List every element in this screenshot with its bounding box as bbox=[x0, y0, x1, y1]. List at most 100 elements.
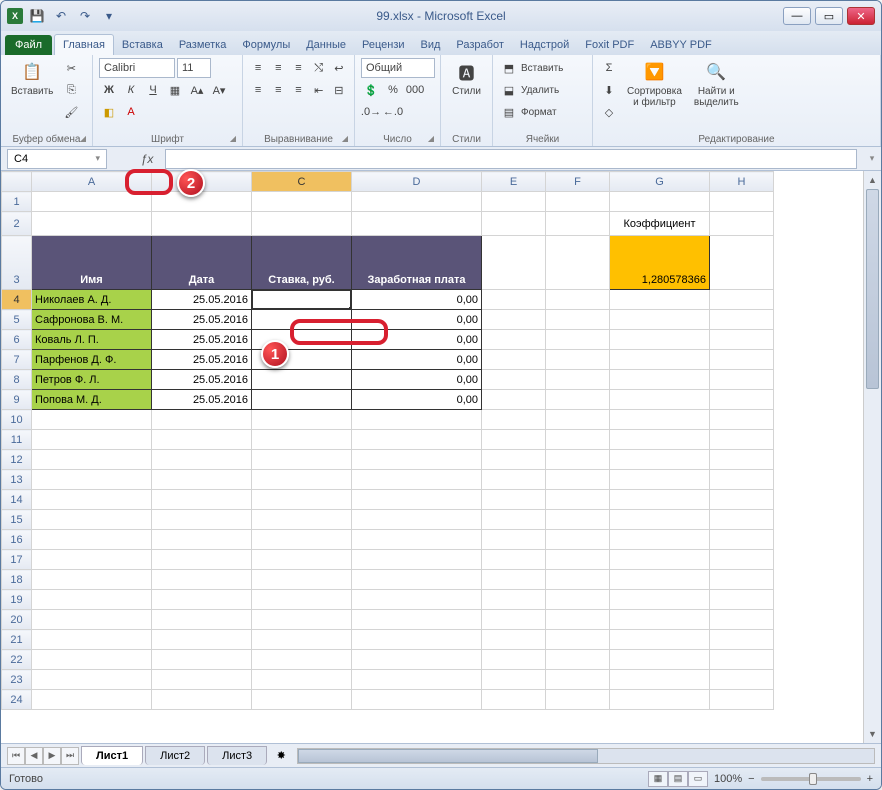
table-header-name[interactable]: Имя bbox=[32, 236, 152, 290]
insert-cells-label[interactable]: Вставить bbox=[521, 63, 563, 74]
name-box[interactable]: C4 ▾ bbox=[7, 149, 107, 169]
align-right-icon[interactable]: ≡ bbox=[289, 80, 307, 100]
qat-save-icon[interactable]: 💾 bbox=[27, 6, 47, 26]
row-header[interactable]: 13 bbox=[2, 470, 32, 490]
row-header[interactable]: 14 bbox=[2, 490, 32, 510]
table-cell[interactable]: Попова М. Д. bbox=[32, 390, 152, 410]
select-all-button[interactable] bbox=[2, 172, 32, 192]
table-cell[interactable]: 0,00 bbox=[352, 310, 482, 330]
close-button[interactable]: ✕ bbox=[847, 7, 875, 25]
copy-icon[interactable]: ⎘ bbox=[61, 80, 81, 100]
tab-review[interactable]: Рецензи bbox=[354, 35, 413, 55]
table-header-date[interactable]: Дата bbox=[152, 236, 252, 290]
horizontal-scrollbar[interactable] bbox=[297, 748, 875, 764]
sheet-nav-prev-icon[interactable]: ◀ bbox=[25, 747, 43, 765]
sheet-tab[interactable]: Лист2 bbox=[145, 746, 205, 765]
row-header[interactable]: 12 bbox=[2, 450, 32, 470]
zoom-level[interactable]: 100% bbox=[714, 773, 742, 785]
maximize-button[interactable]: ▭ bbox=[815, 7, 843, 25]
wrap-text-button[interactable]: ↩ bbox=[330, 58, 348, 78]
autosum-icon[interactable]: Σ bbox=[599, 58, 619, 78]
table-cell[interactable]: 0,00 bbox=[352, 390, 482, 410]
tab-insert[interactable]: Вставка bbox=[114, 35, 171, 55]
col-header-C[interactable]: C bbox=[252, 172, 352, 192]
row-header[interactable]: 20 bbox=[2, 610, 32, 630]
align-top-icon[interactable]: ≡ bbox=[249, 58, 267, 78]
tab-layout[interactable]: Разметка bbox=[171, 35, 235, 55]
row-header[interactable]: 10 bbox=[2, 410, 32, 430]
row-header[interactable]: 19 bbox=[2, 590, 32, 610]
tab-developer[interactable]: Разработ bbox=[448, 35, 511, 55]
row-header[interactable]: 16 bbox=[2, 530, 32, 550]
row-header[interactable]: 7 bbox=[2, 350, 32, 370]
comma-icon[interactable]: 000 bbox=[405, 80, 425, 100]
font-launcher-icon[interactable]: ◢ bbox=[227, 132, 239, 144]
formula-bar-expand-icon[interactable]: ▾ bbox=[863, 153, 881, 164]
fill-handle[interactable] bbox=[349, 307, 352, 310]
sheet-tab[interactable]: Лист3 bbox=[207, 746, 267, 765]
table-cell[interactable]: 0,00 bbox=[352, 330, 482, 350]
row-header[interactable]: 3 bbox=[2, 236, 32, 290]
table-header-rate[interactable]: Ставка, руб. bbox=[252, 236, 352, 290]
vertical-scrollbar[interactable]: ▲ ▼ bbox=[863, 171, 881, 743]
format-painter-icon[interactable]: 🖌 bbox=[61, 102, 81, 122]
fill-color-button[interactable]: ◧ bbox=[99, 102, 119, 122]
font-size-combo[interactable]: 11 bbox=[177, 58, 211, 78]
orientation-icon[interactable]: ⤭ bbox=[310, 58, 328, 78]
worksheet-grid[interactable]: A B C D E F G H 1 2Коэффициент 3 Имя Дат… bbox=[1, 171, 863, 743]
table-cell[interactable]: 0,00 bbox=[352, 350, 482, 370]
bold-button[interactable]: Ж bbox=[99, 80, 119, 100]
table-cell[interactable]: Петров Ф. Л. bbox=[32, 370, 152, 390]
table-cell[interactable]: Коваль Л. П. bbox=[32, 330, 152, 350]
table-cell[interactable]: 25.05.2016 bbox=[152, 330, 252, 350]
minimize-button[interactable]: — bbox=[783, 7, 811, 25]
delete-cells-icon[interactable]: ⬓ bbox=[499, 80, 519, 100]
view-break-icon[interactable]: ▭ bbox=[688, 771, 708, 787]
table-cell[interactable]: 0,00 bbox=[352, 370, 482, 390]
align-left-icon[interactable]: ≡ bbox=[249, 80, 267, 100]
scroll-thumb[interactable] bbox=[298, 749, 598, 763]
row-header[interactable]: 18 bbox=[2, 570, 32, 590]
scroll-down-icon[interactable]: ▼ bbox=[864, 725, 881, 743]
paste-button[interactable]: 📋 Вставить bbox=[7, 58, 57, 122]
tab-addins[interactable]: Надстрой bbox=[512, 35, 577, 55]
view-layout-icon[interactable]: ▤ bbox=[668, 771, 688, 787]
col-header-F[interactable]: F bbox=[546, 172, 610, 192]
cut-icon[interactable]: ✂ bbox=[61, 58, 81, 78]
merge-button[interactable]: ⊟ bbox=[330, 80, 348, 100]
table-cell[interactable]: 0,00 bbox=[352, 290, 482, 310]
view-normal-icon[interactable]: ▦ bbox=[648, 771, 668, 787]
coef-value-cell[interactable]: 1,280578366 bbox=[610, 236, 710, 290]
delete-cells-label[interactable]: Удалить bbox=[521, 85, 559, 96]
col-header-G[interactable]: G bbox=[610, 172, 710, 192]
zoom-in-icon[interactable]: + bbox=[867, 773, 873, 785]
row-header[interactable]: 2 bbox=[2, 212, 32, 236]
row-header[interactable]: 8 bbox=[2, 370, 32, 390]
col-header-H[interactable]: H bbox=[710, 172, 774, 192]
sheet-nav-next-icon[interactable]: ▶ bbox=[43, 747, 61, 765]
font-name-combo[interactable]: Calibri bbox=[99, 58, 175, 78]
row-header[interactable]: 6 bbox=[2, 330, 32, 350]
inc-decimal-icon[interactable]: .0→ bbox=[361, 102, 381, 122]
table-cell[interactable]: Николаев А. Д. bbox=[32, 290, 152, 310]
font-color-button[interactable]: A bbox=[121, 102, 141, 122]
italic-button[interactable]: К bbox=[121, 80, 141, 100]
format-cells-icon[interactable]: ▤ bbox=[499, 102, 519, 122]
number-launcher-icon[interactable]: ◢ bbox=[425, 132, 437, 144]
qat-undo-icon[interactable]: ↶ bbox=[51, 6, 71, 26]
zoom-knob[interactable] bbox=[809, 773, 817, 785]
row-header[interactable]: 11 bbox=[2, 430, 32, 450]
zoom-slider[interactable] bbox=[761, 777, 861, 781]
align-center-icon[interactable]: ≡ bbox=[269, 80, 287, 100]
indent-dec-icon[interactable]: ⇤ bbox=[310, 80, 328, 100]
row-header[interactable]: 22 bbox=[2, 650, 32, 670]
tab-data[interactable]: Данные bbox=[298, 35, 354, 55]
sheet-tab[interactable]: Лист1 bbox=[81, 746, 143, 765]
fill-icon[interactable]: ⬇ bbox=[599, 80, 619, 100]
scroll-up-icon[interactable]: ▲ bbox=[864, 171, 881, 189]
table-cell[interactable] bbox=[252, 390, 352, 410]
qat-customize-icon[interactable]: ▾ bbox=[99, 6, 119, 26]
table-cell[interactable]: 25.05.2016 bbox=[152, 290, 252, 310]
table-cell[interactable]: 25.05.2016 bbox=[152, 350, 252, 370]
styles-button[interactable]: 🅰 Стили bbox=[447, 58, 486, 99]
